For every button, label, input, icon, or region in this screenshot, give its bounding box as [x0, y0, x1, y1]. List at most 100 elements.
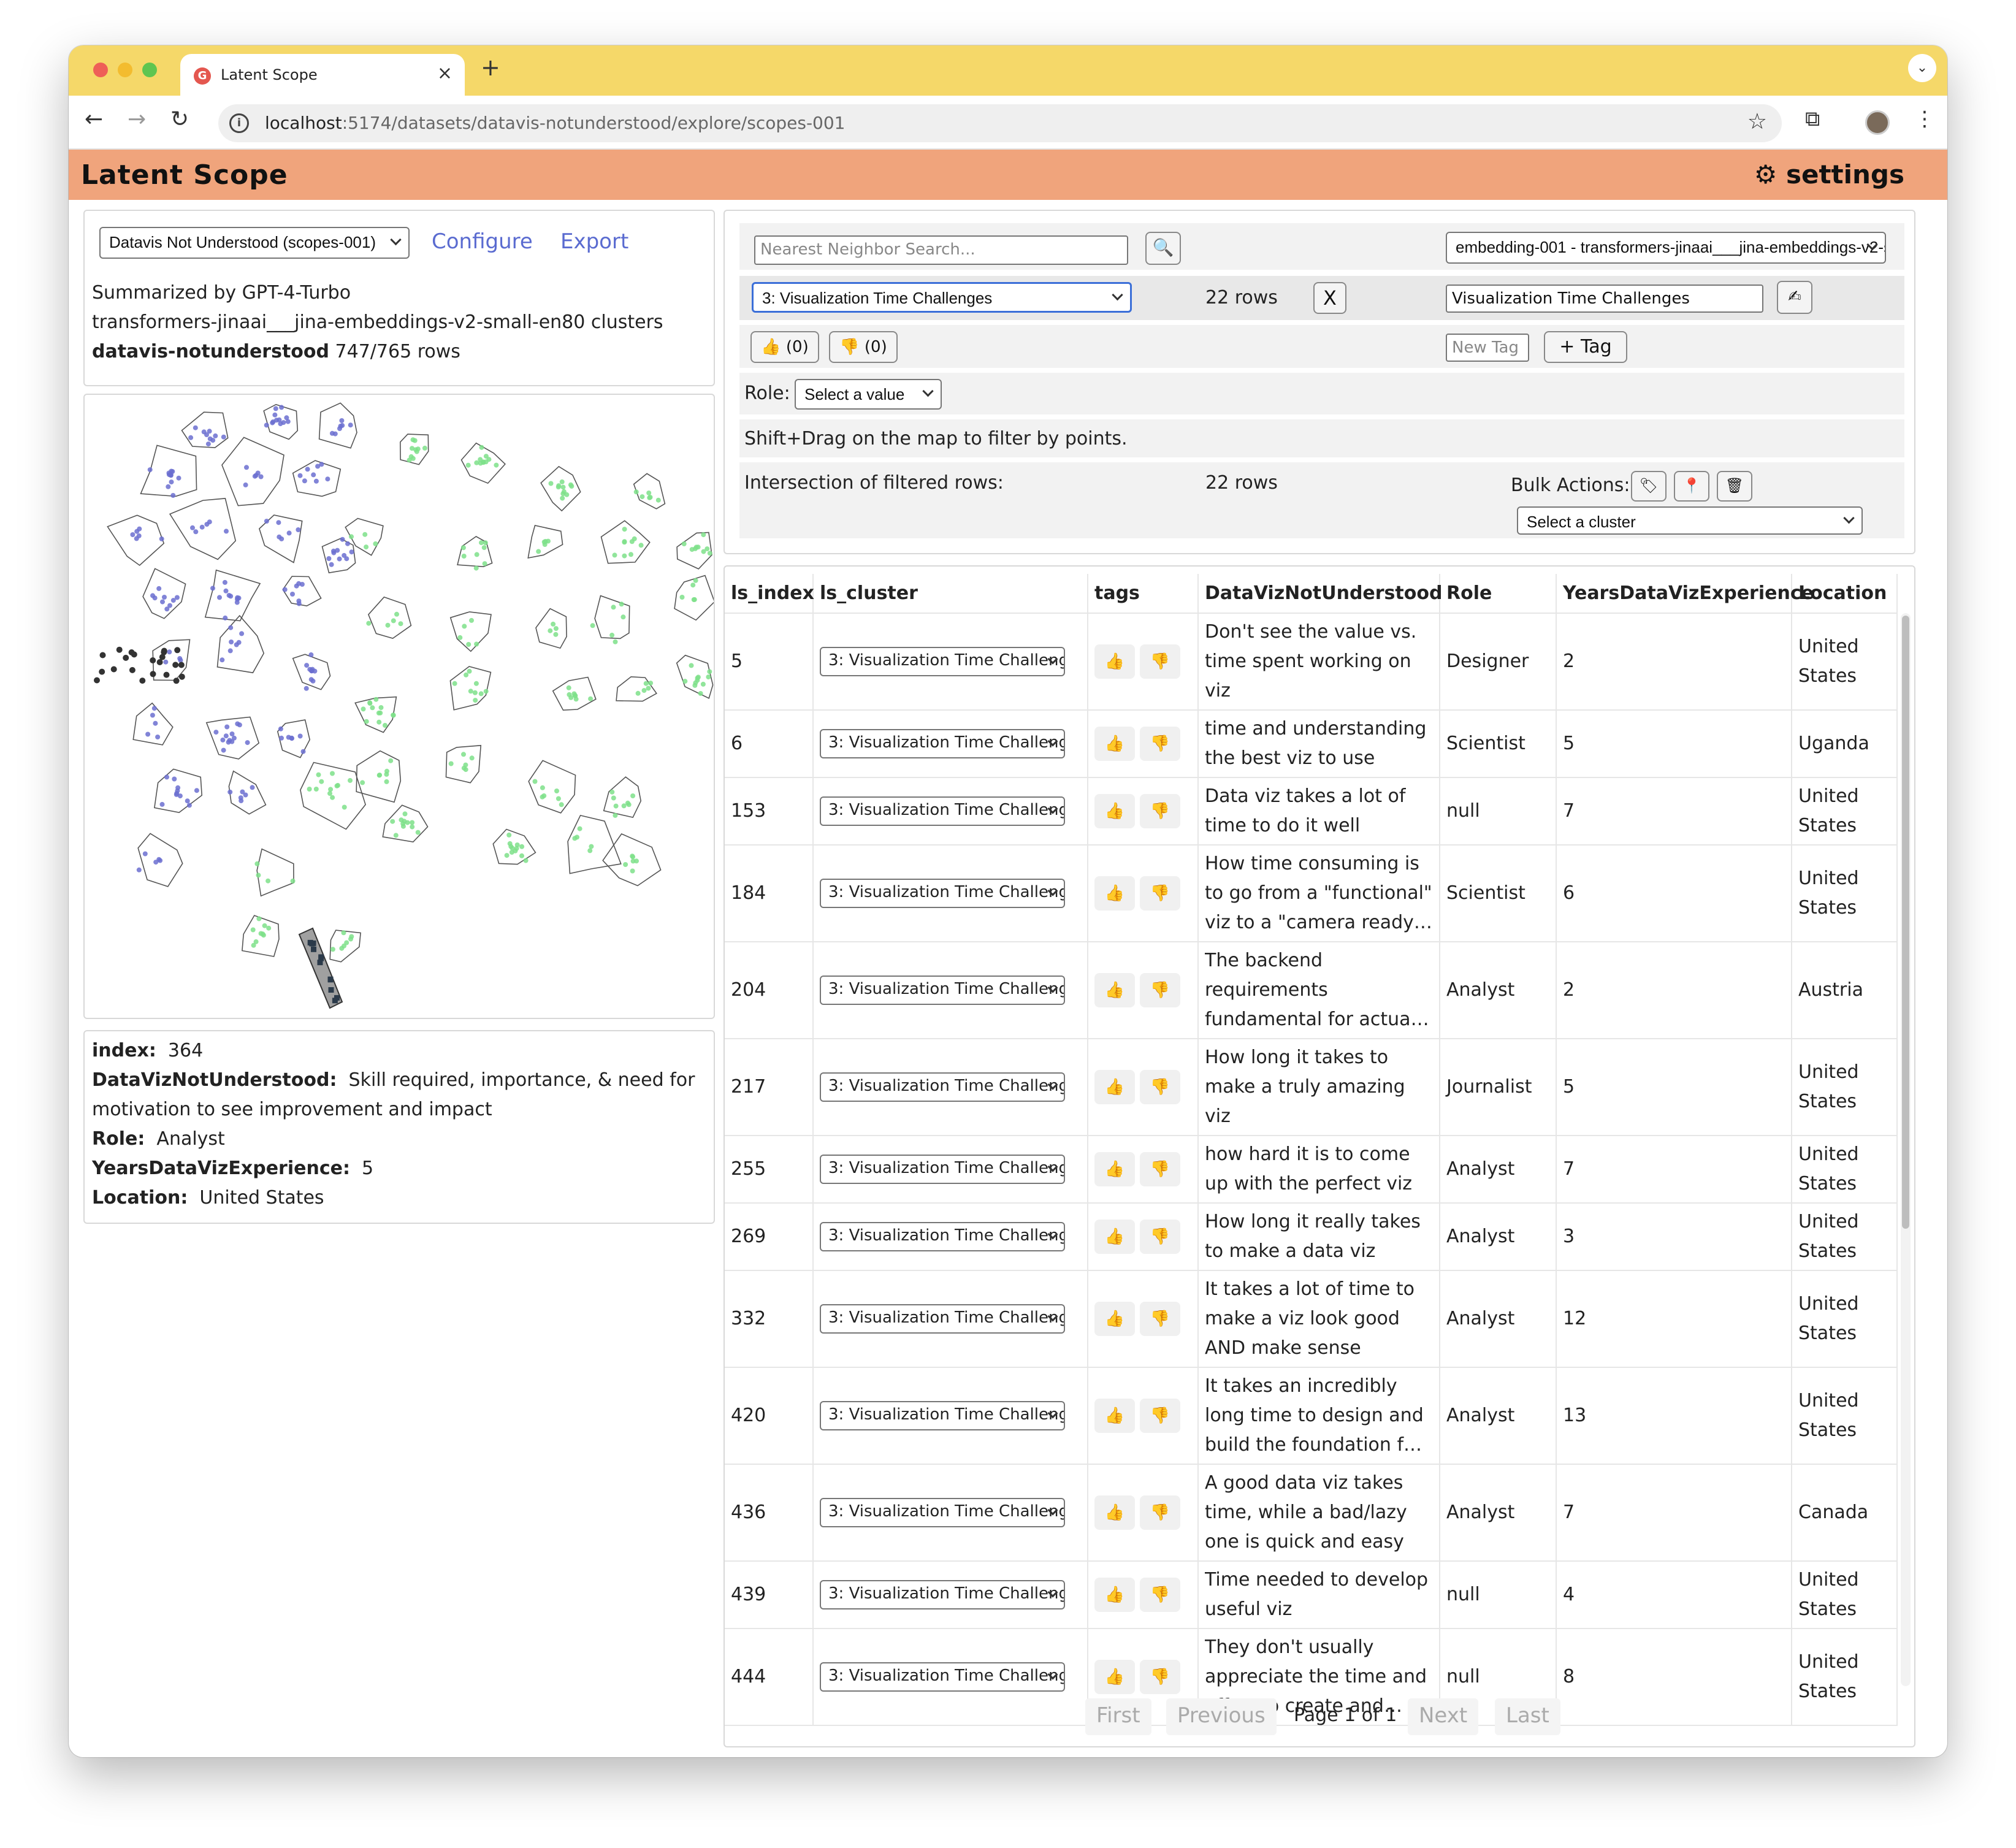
map-point[interactable]: [178, 662, 185, 668]
selected-point[interactable]: [310, 940, 316, 946]
map-point[interactable]: [289, 736, 294, 741]
map-point[interactable]: [360, 780, 365, 785]
map-point[interactable]: [254, 861, 260, 866]
map-point[interactable]: [260, 931, 265, 937]
map-point[interactable]: [150, 671, 156, 678]
map-point[interactable]: [150, 712, 155, 718]
back-icon[interactable]: ←: [85, 107, 103, 132]
map-point[interactable]: [577, 826, 582, 831]
map-point[interactable]: [224, 724, 230, 730]
map-point[interactable]: [551, 621, 556, 627]
map-point[interactable]: [704, 546, 710, 552]
map-point[interactable]: [560, 495, 565, 501]
map-point[interactable]: [622, 527, 627, 532]
row-thumbs-up-icon[interactable]: 👍: [1094, 727, 1135, 761]
map-point[interactable]: [174, 595, 180, 600]
map-point[interactable]: [167, 649, 172, 655]
col-datavizneunderstood[interactable]: DataVizNotUnderstood: [1198, 574, 1442, 614]
map-point[interactable]: [391, 618, 396, 624]
map-point[interactable]: [334, 783, 340, 788]
map-point[interactable]: [175, 788, 180, 793]
map-point[interactable]: [110, 666, 117, 673]
map-point[interactable]: [641, 688, 647, 693]
map-point[interactable]: [325, 476, 330, 482]
selected-point[interactable]: [311, 946, 316, 952]
map-point[interactable]: [506, 832, 512, 838]
map-point[interactable]: [166, 470, 172, 476]
cluster-hull[interactable]: [242, 915, 280, 957]
map-point[interactable]: [378, 705, 384, 710]
map-point[interactable]: [278, 421, 283, 427]
map-point[interactable]: [540, 785, 545, 790]
map-point[interactable]: [297, 733, 303, 739]
map-point[interactable]: [410, 824, 415, 830]
configure-link[interactable]: Configure: [432, 229, 533, 254]
map-point[interactable]: [479, 445, 484, 450]
browser-tab[interactable]: G Latent Scope ×: [180, 54, 465, 96]
map-point[interactable]: [373, 541, 378, 546]
map-point[interactable]: [692, 682, 698, 688]
map-point[interactable]: [337, 556, 342, 562]
map-point[interactable]: [116, 646, 123, 653]
thumbs-down-filter-button[interactable]: 👎 (0): [829, 331, 898, 363]
scatter-map[interactable]: [83, 394, 715, 1019]
map-point[interactable]: [469, 755, 475, 761]
cluster-hull[interactable]: [321, 538, 356, 574]
map-point[interactable]: [367, 701, 373, 706]
map-point[interactable]: [707, 551, 712, 556]
map-point[interactable]: [290, 592, 295, 597]
map-point[interactable]: [452, 681, 457, 686]
map-point[interactable]: [376, 719, 382, 725]
row-cluster-select[interactable]: 3: Visualization Time Challenges: [820, 796, 1065, 826]
map-point[interactable]: [273, 406, 278, 411]
map-point[interactable]: [279, 735, 284, 741]
map-point[interactable]: [245, 740, 250, 746]
map-point[interactable]: [560, 484, 566, 490]
map-point[interactable]: [188, 435, 194, 440]
bookmark-star-icon[interactable]: ☆: [1747, 109, 1767, 134]
map-point[interactable]: [348, 777, 353, 783]
map-point[interactable]: [308, 677, 314, 682]
col-years-experience[interactable]: YearsDataVizExperience: [1556, 574, 1814, 614]
map-point[interactable]: [253, 939, 259, 944]
row-thumbs-down-icon[interactable]: 👎: [1140, 1302, 1180, 1336]
map-point[interactable]: [190, 525, 195, 530]
map-point[interactable]: [279, 536, 284, 541]
map-point[interactable]: [308, 652, 314, 657]
cluster-hull[interactable]: [528, 760, 576, 814]
row-thumbs-down-icon[interactable]: 👎: [1140, 1399, 1180, 1433]
row-thumbs-up-icon[interactable]: 👍: [1094, 1399, 1135, 1433]
map-point[interactable]: [689, 663, 694, 668]
map-point[interactable]: [313, 478, 319, 484]
map-point[interactable]: [481, 545, 487, 551]
map-point[interactable]: [172, 662, 179, 668]
map-point[interactable]: [264, 422, 269, 428]
map-point[interactable]: [296, 598, 302, 604]
map-point[interactable]: [679, 595, 685, 600]
map-point[interactable]: [238, 795, 243, 801]
map-point[interactable]: [326, 556, 332, 561]
map-point[interactable]: [99, 652, 106, 659]
map-point[interactable]: [472, 690, 478, 695]
cluster-hull[interactable]: [282, 576, 322, 607]
map-point[interactable]: [564, 492, 570, 497]
table-row[interactable]: 269 3: Visualization Time Challenges 👍 👎 How…: [725, 1203, 1898, 1271]
map-point[interactable]: [613, 812, 618, 818]
map-point[interactable]: [391, 712, 396, 718]
map-point[interactable]: [205, 441, 211, 447]
map-point[interactable]: [410, 820, 415, 825]
map-point[interactable]: [159, 654, 166, 660]
map-point[interactable]: [566, 685, 571, 690]
map-point[interactable]: [134, 536, 139, 541]
map-point[interactable]: [169, 479, 174, 485]
map-point[interactable]: [640, 494, 645, 500]
map-point[interactable]: [483, 454, 489, 459]
map-point[interactable]: [204, 432, 209, 437]
map-point[interactable]: [572, 836, 578, 841]
map-point[interactable]: [330, 771, 335, 776]
map-point[interactable]: [319, 779, 324, 784]
map-point[interactable]: [302, 478, 307, 484]
map-point[interactable]: [177, 793, 183, 799]
map-point[interactable]: [264, 519, 269, 524]
map-point[interactable]: [305, 467, 310, 472]
